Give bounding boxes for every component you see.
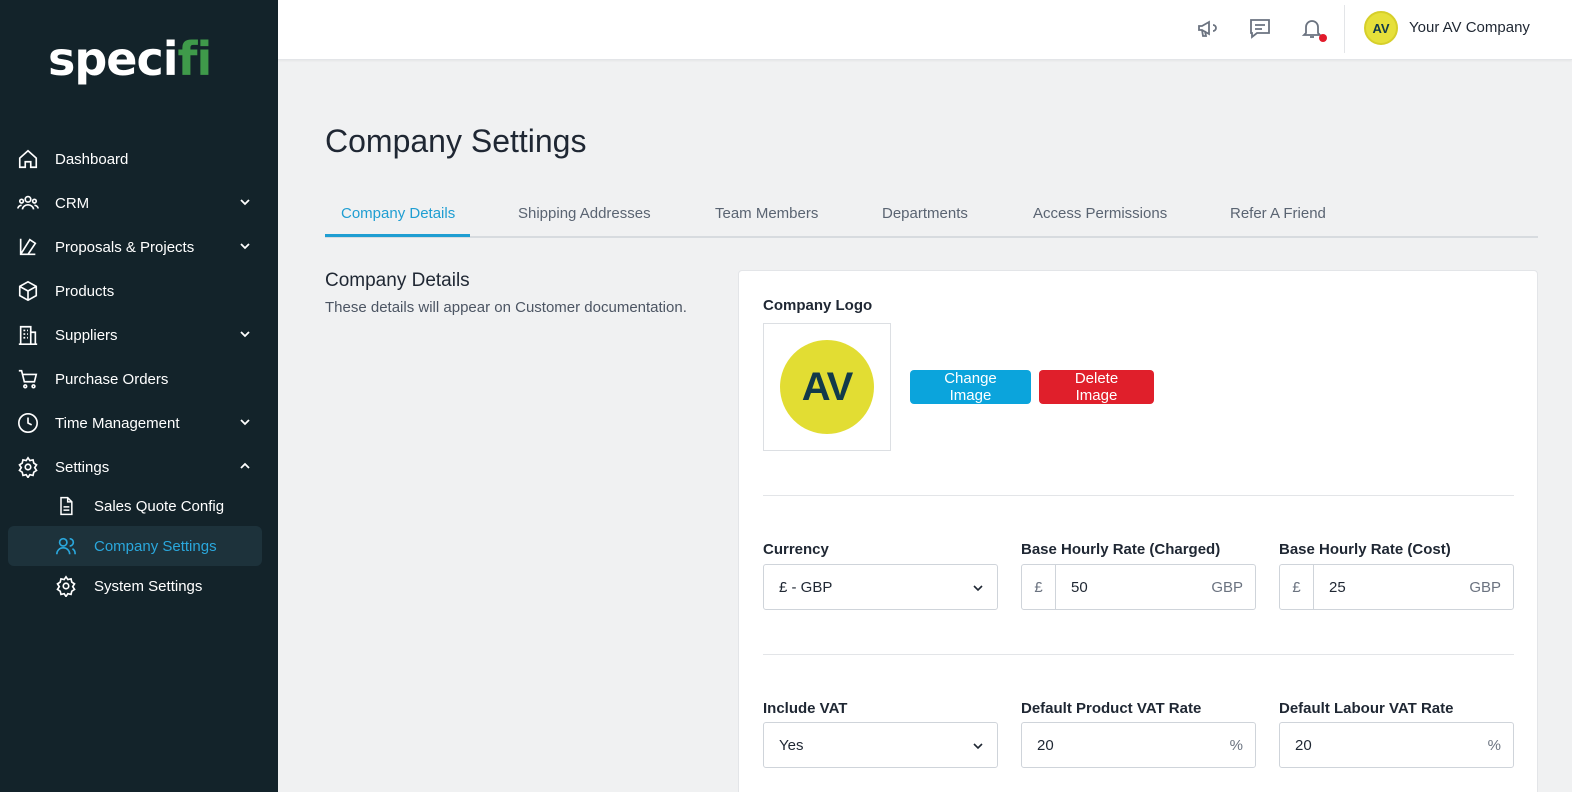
sidebar-item-crm[interactable]: CRM bbox=[8, 183, 262, 223]
sidebar-item-label: Purchase Orders bbox=[55, 370, 169, 388]
divider bbox=[1344, 5, 1345, 53]
tab-bar: Company Details Shipping Addresses Team … bbox=[325, 193, 1538, 238]
sidebar-item-sales-quote-config[interactable]: Sales Quote Config bbox=[8, 486, 262, 526]
chevron-down-icon bbox=[240, 331, 250, 338]
currency-value: £ - GBP bbox=[779, 578, 833, 596]
change-image-button[interactable]: Change Image bbox=[910, 370, 1031, 404]
product-vat-value: 20 bbox=[1037, 736, 1054, 754]
sidebar-item-label: Suppliers bbox=[55, 326, 118, 344]
sidebar-item-label: CRM bbox=[55, 194, 90, 212]
sidebar-item-label: Time Management bbox=[55, 414, 180, 432]
chevron-up-icon bbox=[240, 462, 250, 469]
top-bar: AV Your AV Company bbox=[278, 0, 1572, 60]
box-icon bbox=[16, 279, 40, 303]
sidebar-item-label: Settings bbox=[55, 458, 110, 476]
include-vat-select[interactable]: Yes bbox=[763, 722, 998, 768]
sidebar-item-products[interactable]: Products bbox=[8, 271, 262, 311]
chevron-down-icon bbox=[973, 743, 983, 750]
tab-team-members[interactable]: Team Members bbox=[715, 205, 818, 222]
currency-prefix: £ bbox=[1280, 565, 1314, 609]
tab-refer-a-friend[interactable]: Refer A Friend bbox=[1230, 205, 1326, 222]
active-tab-indicator bbox=[325, 234, 470, 237]
labour-vat-value: 20 bbox=[1295, 736, 1312, 754]
users-icon bbox=[54, 534, 78, 558]
sidebar: specifi Dashboard CRM Proposals & Projec… bbox=[0, 0, 278, 792]
chevron-down-icon bbox=[240, 243, 250, 250]
sidebar-item-proposals[interactable]: Proposals & Projects bbox=[8, 227, 262, 267]
company-details-card: Company Logo AV Change Image Delete Imag… bbox=[738, 270, 1538, 792]
specifi-logo[interactable]: specifi bbox=[48, 36, 212, 82]
product-vat-field[interactable]: 20 % bbox=[1021, 722, 1256, 768]
tab-departments[interactable]: Departments bbox=[882, 205, 968, 222]
avatar[interactable]: AV bbox=[1364, 11, 1398, 45]
rate-charged-label: Base Hourly Rate (Charged) bbox=[1021, 541, 1221, 558]
tab-access-permissions[interactable]: Access Permissions bbox=[1033, 205, 1167, 222]
labour-vat-field[interactable]: 20 % bbox=[1279, 722, 1514, 768]
proposals-icon bbox=[16, 235, 40, 259]
sidebar-item-label: Sales Quote Config bbox=[94, 497, 225, 515]
section-description: These details will appear on Customer do… bbox=[325, 299, 687, 316]
document-icon bbox=[54, 494, 78, 518]
gear-icon bbox=[54, 574, 78, 598]
currency-suffix: GBP bbox=[1469, 578, 1501, 596]
divider bbox=[763, 495, 1514, 496]
rate-charged-field[interactable]: £ 50 GBP bbox=[1021, 564, 1256, 610]
chevron-down-icon bbox=[240, 199, 250, 206]
chevron-down-icon bbox=[973, 585, 983, 592]
notification-dot bbox=[1319, 34, 1327, 42]
tab-shipping-addresses[interactable]: Shipping Addresses bbox=[518, 205, 651, 222]
page-title: Company Settings bbox=[325, 123, 587, 159]
rate-charged-value: 50 bbox=[1071, 578, 1088, 596]
sidebar-item-label: Proposals & Projects bbox=[55, 238, 195, 256]
delete-image-button[interactable]: Delete Image bbox=[1039, 370, 1154, 404]
rate-cost-field[interactable]: £ 25 GBP bbox=[1279, 564, 1514, 610]
sidebar-item-settings[interactable]: Settings bbox=[8, 447, 262, 487]
chevron-down-icon bbox=[240, 419, 250, 426]
building-icon bbox=[16, 323, 40, 347]
percent-suffix: % bbox=[1229, 736, 1243, 754]
company-logo-preview: AV bbox=[763, 323, 891, 451]
sidebar-item-company-settings[interactable]: Company Settings bbox=[8, 526, 262, 566]
currency-select[interactable]: £ - GBP bbox=[763, 564, 998, 610]
sidebar-item-time-management[interactable]: Time Management bbox=[8, 403, 262, 443]
cart-icon bbox=[16, 367, 40, 391]
sidebar-item-system-settings[interactable]: System Settings bbox=[8, 566, 262, 606]
include-vat-label: Include VAT bbox=[763, 700, 848, 717]
company-logo-label: Company Logo bbox=[763, 297, 873, 314]
chat-icon[interactable] bbox=[1248, 16, 1272, 40]
tab-company-details[interactable]: Company Details bbox=[341, 205, 455, 222]
sidebar-item-suppliers[interactable]: Suppliers bbox=[8, 315, 262, 355]
product-vat-label: Default Product VAT Rate bbox=[1021, 700, 1202, 717]
gear-icon bbox=[16, 455, 40, 479]
clock-icon bbox=[16, 411, 40, 435]
divider bbox=[763, 654, 1514, 655]
company-logo-image: AV bbox=[780, 340, 874, 434]
rate-cost-value: 25 bbox=[1329, 578, 1346, 596]
section-title: Company Details bbox=[325, 270, 470, 291]
rate-cost-label: Base Hourly Rate (Cost) bbox=[1279, 541, 1451, 558]
sidebar-item-label: Company Settings bbox=[94, 537, 217, 555]
include-vat-value: Yes bbox=[779, 736, 804, 754]
megaphone-icon[interactable] bbox=[1196, 16, 1220, 40]
sidebar-item-label: Products bbox=[55, 282, 115, 300]
labour-vat-label: Default Labour VAT Rate bbox=[1279, 700, 1454, 717]
sidebar-item-dashboard[interactable]: Dashboard bbox=[8, 139, 262, 179]
home-icon bbox=[16, 147, 40, 171]
currency-suffix: GBP bbox=[1211, 578, 1243, 596]
currency-prefix: £ bbox=[1022, 565, 1056, 609]
users-icon bbox=[16, 191, 40, 215]
company-name[interactable]: Your AV Company bbox=[1409, 19, 1530, 36]
sidebar-item-label: Dashboard bbox=[55, 150, 129, 168]
percent-suffix: % bbox=[1487, 736, 1501, 754]
sidebar-item-purchase-orders[interactable]: Purchase Orders bbox=[8, 359, 262, 399]
sidebar-item-label: System Settings bbox=[94, 577, 203, 595]
currency-label: Currency bbox=[763, 541, 829, 558]
